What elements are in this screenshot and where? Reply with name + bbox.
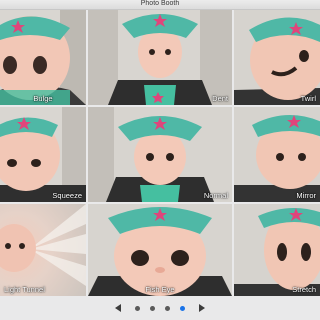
effect-cell-normal[interactable]: Normal <box>88 107 232 202</box>
page-dot-1[interactable] <box>135 305 140 311</box>
effect-label: Bulge <box>33 94 53 103</box>
title-bar: Photo Booth <box>0 0 320 10</box>
page-dot-4[interactable] <box>180 305 185 311</box>
light-tunnel-preview <box>0 204 86 296</box>
page-dot-2[interactable] <box>150 305 155 311</box>
effect-cell-squeeze[interactable]: Squeeze <box>0 107 86 202</box>
effect-label: Dent <box>212 94 228 103</box>
effects-pager <box>0 296 320 320</box>
bulge-preview <box>0 10 86 105</box>
chevron-left-icon[interactable] <box>115 304 121 312</box>
dent-preview <box>88 10 232 105</box>
effect-label: Light Tunnel <box>4 285 45 294</box>
effect-cell-twirl[interactable]: Twirl <box>234 10 320 105</box>
effect-label: Squeeze <box>52 191 82 200</box>
chevron-right-icon[interactable] <box>199 304 205 312</box>
effect-cell-light-tunnel[interactable]: Light Tunnel <box>0 204 86 296</box>
effect-label: Mirror <box>296 191 316 200</box>
effect-label: Normal <box>203 191 228 200</box>
effect-cell-bulge[interactable]: Bulge <box>0 10 86 105</box>
effect-label: Twirl <box>300 94 316 103</box>
effect-cell-dent[interactable]: Dent <box>88 10 232 105</box>
effect-cell-stretch[interactable]: Stretch <box>234 204 320 296</box>
effect-cell-mirror[interactable]: Mirror <box>234 107 320 202</box>
page-dot-3[interactable] <box>165 305 170 311</box>
effect-label: Fish Eye <box>145 285 175 294</box>
photo-booth-window: Photo Booth Bulge Dent Twirl Squeeze Nor… <box>0 0 320 320</box>
window-title: Photo Booth <box>140 0 180 7</box>
mirror-preview <box>234 107 320 202</box>
twirl-preview <box>234 10 320 105</box>
effects-grid: Bulge Dent Twirl Squeeze Normal Mirror L… <box>0 10 320 296</box>
normal-preview <box>88 107 232 202</box>
effect-label: Stretch <box>292 285 316 294</box>
squeeze-preview <box>0 107 86 202</box>
effect-cell-fish-eye[interactable]: Fish Eye <box>88 204 232 296</box>
fish-eye-preview <box>88 204 232 296</box>
stretch-preview <box>234 204 320 296</box>
